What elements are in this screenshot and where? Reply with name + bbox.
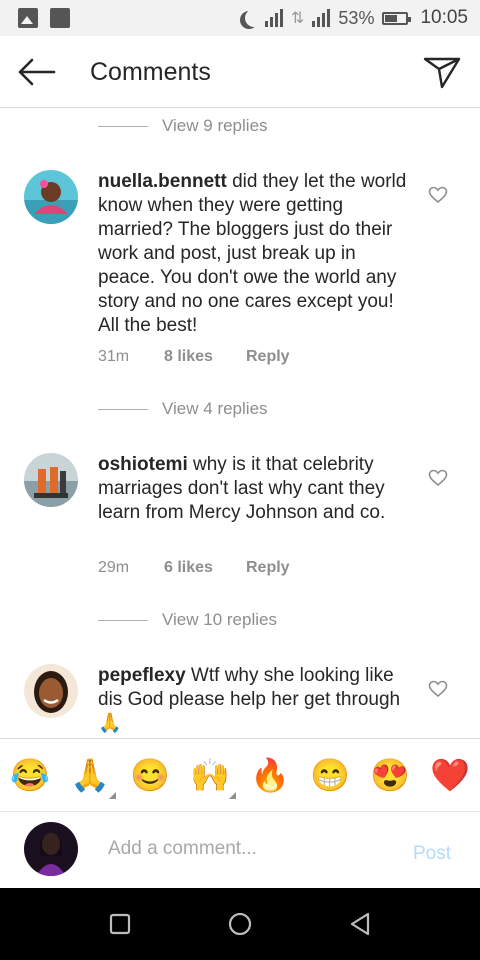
view-replies-label: View 10 replies: [162, 610, 277, 629]
square-icon: [109, 913, 131, 935]
status-bar: ⇅ 53% 10:05: [0, 0, 480, 36]
comment-text: nuella.bennett did they let the world kn…: [98, 170, 408, 338]
data-arrows-icon: ⇅: [291, 10, 305, 27]
view-replies-link[interactable]: View 9 replies: [98, 114, 268, 138]
comment-input[interactable]: [108, 838, 388, 860]
emoji-joy-button[interactable]: 😂: [10, 755, 50, 795]
avatar-photo: [24, 664, 78, 718]
header: Comments: [0, 36, 480, 108]
heart-icon: [428, 469, 448, 487]
my-avatar: [24, 822, 78, 876]
emoji-red-heart-button[interactable]: ❤️: [430, 755, 470, 795]
comment-username[interactable]: oshiotemi: [98, 454, 188, 475]
reply-button[interactable]: Reply: [246, 559, 290, 577]
arrow-left-icon: [18, 58, 56, 86]
avatar[interactable]: [24, 170, 78, 224]
emoji-smile-button[interactable]: 😊: [130, 755, 170, 795]
avatar[interactable]: [24, 453, 78, 507]
view-replies-link[interactable]: View 4 replies: [98, 397, 268, 421]
likes-count[interactable]: 6 likes: [164, 559, 246, 577]
post-button[interactable]: Post: [413, 843, 451, 865]
comment-text: pepeflexy Wtf why she looking like dis G…: [98, 664, 408, 736]
comment-text: oshiotemi why is it that celebrity marri…: [98, 453, 408, 525]
comment-meta: 29m 6 likes Reply: [98, 559, 290, 577]
clock: 10:05: [420, 7, 468, 28]
emoji-raised-hands-button[interactable]: 🙌: [190, 755, 236, 799]
emoji-pray-glyph: 🙏: [70, 757, 110, 793]
divider-line: [98, 619, 148, 621]
activity-icon: [50, 8, 70, 28]
emoji-fire-button[interactable]: 🔥: [250, 755, 290, 795]
emoji-pray-button[interactable]: 🙏: [70, 755, 116, 799]
emoji-heart-eyes-button[interactable]: 😍: [370, 755, 410, 795]
comment-meta: 31m 8 likes Reply: [98, 348, 290, 366]
comment-composer: Post: [0, 812, 480, 888]
avatar-photo: [24, 822, 78, 876]
avatar[interactable]: [24, 664, 78, 718]
do-not-disturb-icon: [245, 9, 263, 27]
signal-icon-2: [312, 9, 331, 27]
skin-tone-indicator: [229, 792, 236, 799]
avatar-photo: [24, 453, 78, 507]
comment-time: 31m: [98, 348, 130, 365]
emoji-grin-button[interactable]: 😁: [310, 755, 350, 795]
divider-line: [98, 408, 148, 410]
view-replies-label: View 9 replies: [162, 116, 268, 135]
like-button[interactable]: [428, 680, 448, 698]
comment-time: 29m: [98, 559, 130, 576]
emoji-quick-bar: 😂 🙏 😊 🙌 🔥 😁 😍 ❤️: [0, 738, 480, 812]
like-button[interactable]: [428, 186, 448, 204]
like-button[interactable]: [428, 469, 448, 487]
system-nav-bar: [0, 888, 480, 960]
home-button[interactable]: [226, 910, 254, 938]
battery-icon: [382, 11, 412, 25]
avatar-photo: [24, 170, 78, 224]
comment-content: did they let the world know when they we…: [98, 171, 407, 336]
circle-icon: [228, 912, 252, 936]
likes-count[interactable]: 8 likes: [164, 348, 246, 366]
view-replies-link[interactable]: View 10 replies: [98, 608, 277, 632]
page-title: Comments: [90, 58, 211, 86]
view-replies-label: View 4 replies: [162, 399, 268, 418]
triangle-back-icon: [350, 912, 370, 936]
comment-username[interactable]: pepeflexy: [98, 665, 186, 686]
emoji-raised-hands-glyph: 🙌: [190, 757, 230, 793]
reply-button[interactable]: Reply: [246, 348, 290, 366]
skin-tone-indicator: [109, 792, 116, 799]
recents-button[interactable]: [106, 910, 134, 938]
back-nav-button[interactable]: [346, 910, 374, 938]
gallery-icon: [18, 8, 38, 28]
comment-list[interactable]: View 9 replies nuella.bennett did they l…: [0, 108, 480, 738]
paper-plane-icon: [423, 57, 461, 89]
share-button[interactable]: [422, 54, 462, 90]
heart-icon: [428, 680, 448, 698]
divider-line: [98, 125, 148, 127]
comment-username[interactable]: nuella.bennett: [98, 171, 227, 192]
back-button[interactable]: [14, 54, 58, 90]
signal-icon: [265, 9, 284, 27]
battery-percent: 53%: [338, 7, 375, 28]
heart-icon: [428, 186, 448, 204]
